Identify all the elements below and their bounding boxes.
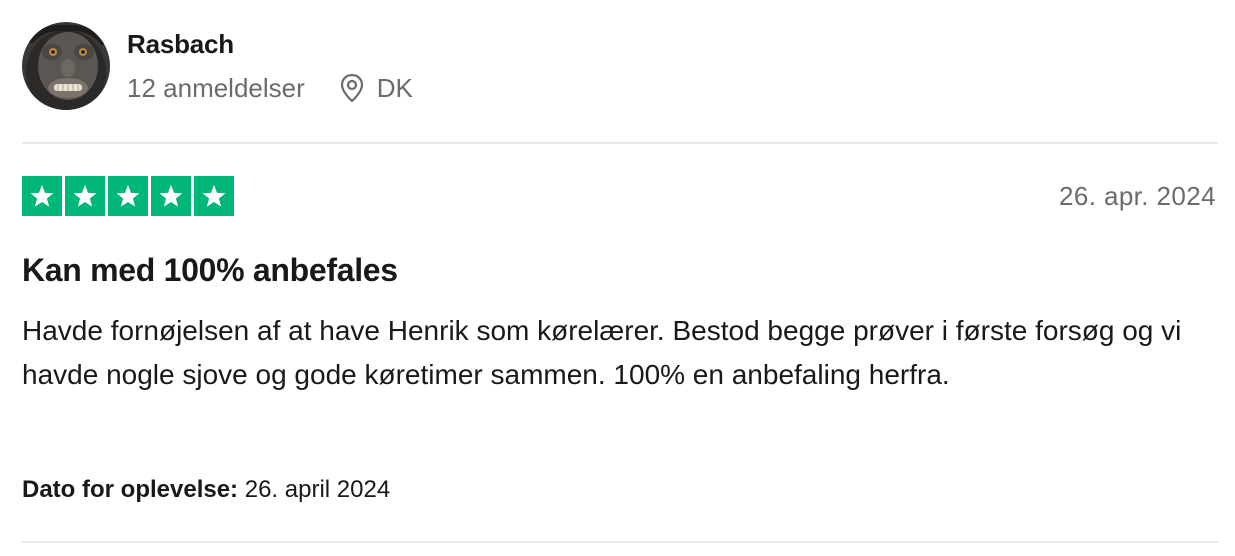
review-count: 12 anmeldelser xyxy=(127,73,305,103)
review-title[interactable]: Kan med 100% anbefales xyxy=(22,250,398,290)
star-icon xyxy=(194,176,234,216)
star-icon xyxy=(22,176,62,216)
star-rating xyxy=(22,176,234,216)
map-pin-icon xyxy=(339,73,365,103)
experience-date-label: Dato for oplevelse: xyxy=(22,476,239,503)
star-icon xyxy=(108,176,148,216)
review-body: Havde fornøjelsen af at have Henrik som … xyxy=(22,315,1182,390)
footer-divider xyxy=(22,541,1218,543)
monkey-avatar-image xyxy=(22,22,110,110)
review-date: 26. apr. 2024 xyxy=(1059,181,1216,211)
star-icon xyxy=(151,176,191,216)
header-divider xyxy=(22,142,1218,144)
reviewer-location: DK xyxy=(339,71,413,105)
experience-date-value: 26. april 2024 xyxy=(244,476,391,503)
reviewer-country: DK xyxy=(376,73,413,103)
star-icon xyxy=(65,176,105,216)
review-card: Rasbach 12 anmeldelser DK 26. apr. 2024 … xyxy=(0,0,1235,556)
reviewer-avatar[interactable] xyxy=(22,22,110,110)
reviewer-meta: 12 anmeldelser DK xyxy=(127,71,413,105)
experience-date: Dato for oplevelse: 26. april 2024 xyxy=(22,474,390,506)
reviewer-name[interactable]: Rasbach xyxy=(127,28,234,60)
